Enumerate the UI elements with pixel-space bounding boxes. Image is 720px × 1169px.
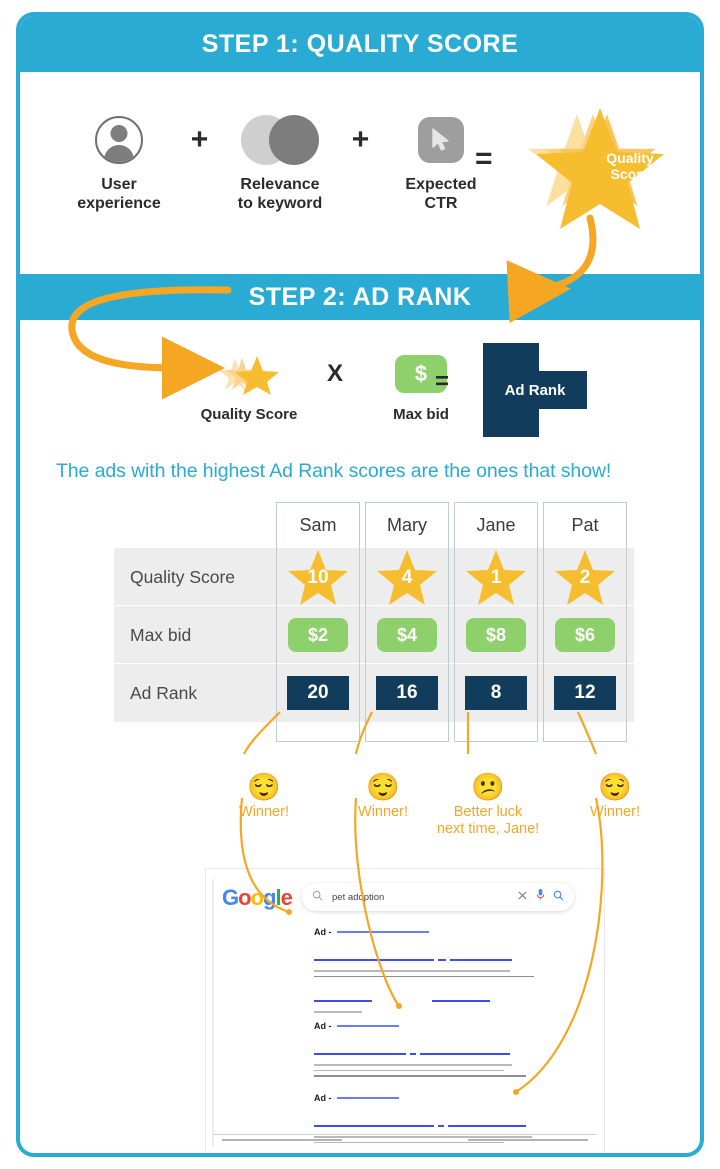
infographic-root: STEP 1: QUALITY SCORE User experience + … xyxy=(0,0,720,1169)
cell-max-bid: $6 xyxy=(544,606,626,664)
row-label-max-bid: Max bid xyxy=(130,624,192,645)
ad-url-placeholder xyxy=(336,931,429,933)
user-avatar-icon xyxy=(60,112,178,168)
cell-max-bid: $4 xyxy=(366,606,448,664)
serp-left-rule xyxy=(212,879,214,1147)
ad-desc-line xyxy=(314,970,510,972)
cell-quality-score: 4 xyxy=(366,548,448,606)
cell-max-bid: $2 xyxy=(277,606,359,664)
reaction-jane: 😕 Better luck next time, Jane! xyxy=(423,772,553,837)
serp-footer-right xyxy=(468,1138,588,1141)
reaction-sam: 😌 Winner! xyxy=(199,772,329,821)
ad-url-placeholder xyxy=(336,1025,399,1027)
ad-title-placeholder xyxy=(314,1114,564,1132)
ad-label: Ad - xyxy=(314,1093,332,1103)
relieved-face-icon: 😌 xyxy=(598,772,632,802)
quality-score-star-icon: Quality Score xyxy=(520,94,680,244)
column-header: Mary xyxy=(366,503,448,547)
factor-label-line1: Relevance xyxy=(240,176,320,193)
table-column-jane[interactable]: Jane 1 $8 8 xyxy=(454,502,538,742)
ad-label: Ad - xyxy=(314,927,332,937)
serp-ad-result-3[interactable]: Ad - xyxy=(314,1093,564,1144)
relieved-face-icon: 😌 xyxy=(247,772,281,802)
ad-sitelinks[interactable] xyxy=(314,989,564,1013)
ad-label: Ad - xyxy=(314,1021,332,1031)
equals-operator-1: = xyxy=(475,142,493,175)
factor-user-experience: User experience xyxy=(60,112,178,214)
search-submit-icon[interactable] xyxy=(553,888,564,906)
plus-operator-2: + xyxy=(351,123,370,156)
step2-header: STEP 2: AD RANK xyxy=(20,274,700,320)
serp-ad-result-1[interactable]: Ad - xyxy=(314,927,564,1013)
term-label: Quality Score xyxy=(200,406,298,423)
factor-label-line2: to keyword xyxy=(237,194,323,212)
ad-rank-badge: Ad Rank xyxy=(483,343,587,437)
search-query: pet adoption xyxy=(332,891,385,903)
factor-relevance: Relevance to keyword xyxy=(221,112,339,214)
row-label-quality-score: Quality Score xyxy=(130,566,236,587)
ad-desc-line xyxy=(314,1064,512,1066)
ad-url-placeholder xyxy=(336,1097,399,1099)
column-header: Jane xyxy=(455,503,537,547)
row-label-ad-rank: Ad Rank xyxy=(130,682,198,703)
microphone-icon[interactable] xyxy=(535,888,546,906)
reaction-pat: 😌 Winner! xyxy=(550,772,680,821)
cell-quality-score: 10 xyxy=(277,548,359,606)
table-column-pat[interactable]: Pat 2 $6 12 xyxy=(543,502,627,742)
close-icon[interactable] xyxy=(517,888,528,906)
column-header: Sam xyxy=(277,503,359,547)
ad-desc-line xyxy=(314,1136,532,1138)
ad-desc-line xyxy=(314,1069,504,1072)
factor-label-line2: experience xyxy=(77,194,161,212)
infographic-frame: STEP 1: QUALITY SCORE User experience + … xyxy=(16,12,704,1157)
reaction-text: Winner! xyxy=(239,804,289,820)
reaction-text: Winner! xyxy=(590,804,640,820)
search-bar[interactable]: pet adoption xyxy=(302,883,574,911)
term-max-bid: $ Max bid xyxy=(367,350,475,423)
factor-label-line2: CTR xyxy=(424,194,458,212)
quality-score-star-small-icon xyxy=(195,350,303,398)
confused-face-icon: 😕 xyxy=(471,772,505,802)
serp-ad-result-2[interactable]: Ad - xyxy=(314,1021,564,1077)
factor-label-line1: Expected xyxy=(405,176,477,193)
ad-desc-line xyxy=(314,1075,526,1077)
cell-quality-score: 1 xyxy=(455,548,537,606)
ad-rank-table: Quality Score Max bid Ad Rank Sam 10 $2 … xyxy=(114,502,634,744)
table-column-sam[interactable]: Sam 10 $2 20 xyxy=(276,502,360,742)
cell-ad-rank: 16 xyxy=(366,664,448,722)
reaction-text: Better luck next time, Jane! xyxy=(436,804,540,837)
table-column-mary[interactable]: Mary 4 $4 16 xyxy=(365,502,449,742)
ad-desc-line xyxy=(314,975,534,978)
cell-ad-rank: 12 xyxy=(544,664,626,722)
times-operator: X xyxy=(326,360,343,387)
google-serp-mockup: Google pet adoption Ad - Ad - Ad - xyxy=(205,868,605,1153)
serp-footer-left xyxy=(222,1138,342,1141)
cell-max-bid: $8 xyxy=(455,606,537,664)
equals-operator-2: = xyxy=(435,368,450,395)
ad-rank-badge-label: Ad Rank xyxy=(504,381,566,399)
step1-header: STEP 1: QUALITY SCORE xyxy=(20,16,700,72)
cell-ad-rank: 20 xyxy=(277,664,359,722)
plus-operator-1: + xyxy=(190,123,209,156)
ad-rank-tagline: The ads with the highest Ad Rank scores … xyxy=(56,460,612,482)
venn-overlap-icon xyxy=(221,112,339,168)
factor-label-line1: User xyxy=(101,176,137,193)
term-label: Max bid xyxy=(393,406,449,423)
cell-quality-score: 2 xyxy=(544,548,626,606)
cell-ad-rank: 8 xyxy=(455,664,537,722)
search-icon xyxy=(312,888,323,906)
step1-formula: User experience + Relevance to keyword + xyxy=(60,112,500,214)
term-quality-score: Quality Score xyxy=(195,350,303,423)
ad-title-placeholder xyxy=(314,1042,564,1060)
dollar-money-icon: $ xyxy=(367,350,475,398)
google-logo: Google xyxy=(222,885,293,910)
ad-desc-line xyxy=(314,1141,504,1144)
column-header: Pat xyxy=(544,503,626,547)
step2-formula: Quality Score X $ Max bid xyxy=(195,350,475,423)
ad-title-placeholder xyxy=(314,948,564,966)
serp-divider xyxy=(214,1133,596,1135)
